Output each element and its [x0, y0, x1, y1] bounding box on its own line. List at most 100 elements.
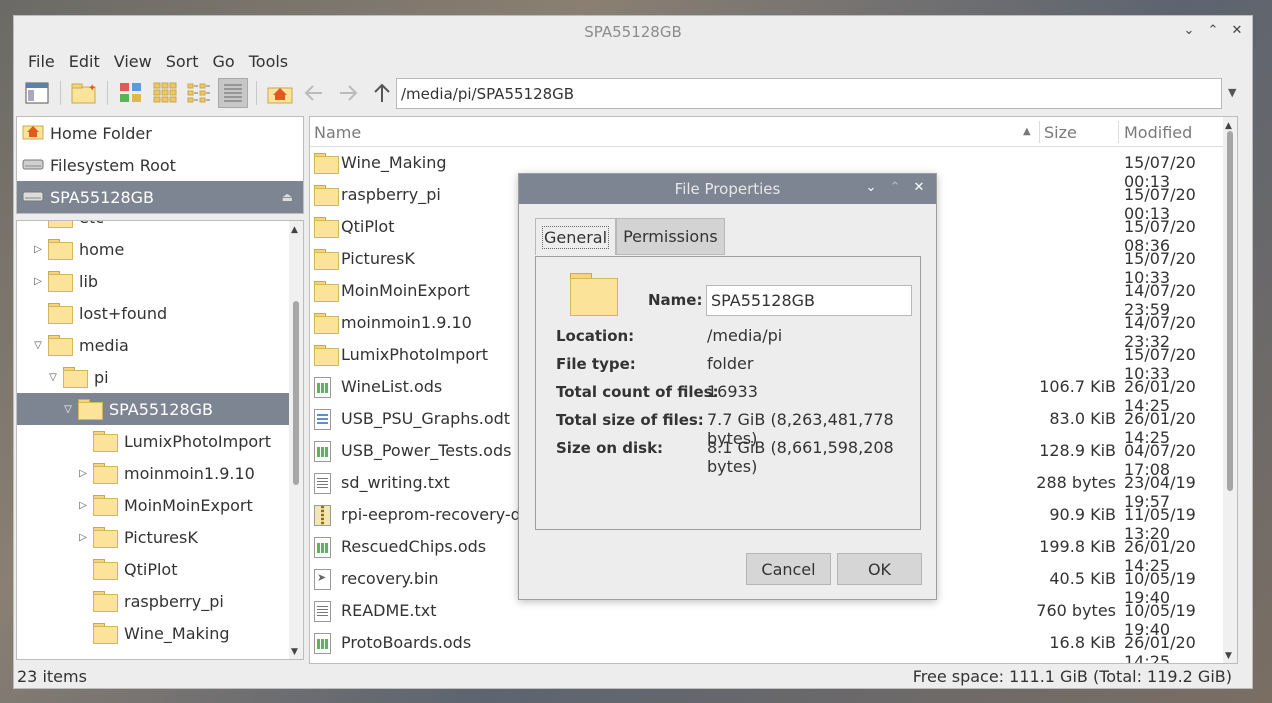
- file-properties-dialog: File Properties ⌄ ⌃ ✕ General Permission…: [518, 173, 937, 600]
- menu-go[interactable]: Go: [206, 52, 242, 71]
- thumbnail-view-icon[interactable]: [116, 78, 146, 108]
- tree-item[interactable]: LumixPhotoImport: [17, 425, 289, 457]
- tab-general[interactable]: General: [535, 218, 617, 255]
- eject-icon[interactable]: ⏏: [282, 190, 293, 204]
- file-row[interactable]: ProtoBoards.ods 16.8 KiB 26/01/20 14:25: [310, 627, 1224, 663]
- column-header: Name ▲ Size Modified: [310, 117, 1237, 147]
- tree-item[interactable]: ▷ PicturesK: [17, 521, 289, 553]
- dialog-maximize-icon[interactable]: ⌃: [888, 180, 902, 195]
- dialog-close-icon[interactable]: ✕: [912, 180, 926, 195]
- compact-view-icon[interactable]: [184, 78, 214, 108]
- new-window-icon[interactable]: [22, 78, 52, 108]
- folder-icon: [48, 303, 73, 324]
- tree-item-label: MoinMoinExport: [124, 495, 253, 515]
- home-icon[interactable]: [265, 78, 295, 108]
- tree-item[interactable]: QtiPlot: [17, 553, 289, 585]
- tab-general-label: General: [542, 225, 610, 249]
- scroll-up-icon[interactable]: ▲: [291, 225, 298, 235]
- folder-icon[interactable]: [568, 273, 618, 316]
- tree-item[interactable]: Wine_Making: [17, 617, 289, 649]
- file-name: USB_PSU_Graphs.odt: [341, 409, 511, 428]
- place-label: Home Folder: [50, 123, 152, 143]
- tree-item[interactable]: ▽ media: [17, 329, 289, 361]
- expander-icon[interactable]: ▷: [77, 500, 89, 511]
- expander-icon[interactable]: ▷: [32, 276, 44, 287]
- folder-icon: [48, 335, 73, 356]
- txt-file-icon: [314, 601, 331, 622]
- expander-icon[interactable]: ▽: [62, 404, 74, 415]
- dialog-minimize-icon[interactable]: ⌄: [864, 180, 878, 195]
- tree-item[interactable]: raspberry_pi: [17, 585, 289, 617]
- tree-item[interactable]: ▷ moinmoin1.9.10: [17, 457, 289, 489]
- column-name[interactable]: Name: [314, 123, 361, 142]
- tree-scroll-thumb[interactable]: [293, 301, 299, 485]
- tree-scrollbar[interactable]: ▲ ▼: [289, 221, 303, 659]
- icon-view-icon[interactable]: [150, 78, 180, 108]
- place-item[interactable]: SPA55128GB ⏏: [17, 181, 303, 213]
- tree-item-label: etc: [79, 221, 104, 227]
- file-size: 199.8 KiB: [1039, 537, 1116, 556]
- up-arrow-icon[interactable]: [367, 78, 397, 108]
- folder-icon: [78, 399, 103, 420]
- close-icon[interactable]: ✕: [1230, 22, 1244, 40]
- expander-icon[interactable]: ▷: [77, 468, 89, 479]
- path-input[interactable]: /media/pi/SPA55128GB: [396, 78, 1222, 109]
- expander-icon[interactable]: ▽: [47, 372, 59, 383]
- disk-size-value: 8.1 GiB (8,661,598,208 bytes): [707, 438, 894, 476]
- menu-view[interactable]: View: [107, 52, 159, 71]
- drive-icon: [22, 186, 44, 208]
- place-item[interactable]: Home Folder: [17, 117, 303, 149]
- location-value: /media/pi: [707, 326, 783, 345]
- menu-sort[interactable]: Sort: [159, 52, 206, 71]
- scroll-down-icon[interactable]: ▼: [291, 647, 298, 657]
- column-size[interactable]: Size: [1044, 123, 1077, 142]
- place-item[interactable]: Filesystem Root: [17, 149, 303, 181]
- expander-icon[interactable]: ▷: [32, 244, 44, 255]
- file-name: MoinMoinExport: [341, 281, 470, 300]
- tree-item[interactable]: ▽ pi: [17, 361, 289, 393]
- menu-edit[interactable]: Edit: [62, 52, 107, 71]
- expander-icon[interactable]: ▽: [32, 340, 44, 351]
- file-scroll-down-icon[interactable]: ▼: [1225, 651, 1232, 661]
- menu-tools[interactable]: Tools: [242, 52, 295, 71]
- file-name: ProtoBoards.ods: [341, 633, 472, 652]
- menu-file[interactable]: File: [21, 52, 62, 71]
- maximize-icon[interactable]: ⌃: [1206, 22, 1220, 40]
- tree-item[interactable]: ▷ lib: [17, 265, 289, 297]
- toolbar: ✦ /media/pi/SPA55128GB ▼: [14, 74, 1252, 112]
- new-folder-icon[interactable]: ✦: [69, 78, 99, 108]
- tree-item[interactable]: ▷ MoinMoinExport: [17, 489, 289, 521]
- free-space: Free space: 111.1 GiB (Total: 119.2 GiB): [912, 666, 1232, 686]
- title-bar: SPA55128GB ⌄ ⌃ ✕: [14, 16, 1252, 48]
- folder-icon: [93, 463, 118, 484]
- location-label: Location:: [556, 327, 635, 345]
- back-arrow-icon[interactable]: [299, 78, 329, 108]
- txt-file-icon: [314, 473, 331, 494]
- column-modified[interactable]: Modified: [1124, 123, 1192, 142]
- path-dropdown-icon[interactable]: ▼: [1228, 86, 1236, 99]
- tree-item[interactable]: ▽ SPA55128GB: [17, 393, 289, 425]
- tree-item-label: pi: [94, 367, 109, 387]
- name-field[interactable]: SPA55128GB: [706, 285, 912, 316]
- tree-item[interactable]: ▷ home: [17, 233, 289, 265]
- path-text: /media/pi/SPA55128GB: [401, 84, 575, 103]
- list-view-icon[interactable]: [218, 78, 248, 108]
- dialog-tabs: General Permissions: [535, 218, 725, 255]
- file-scroll-up-icon[interactable]: ▲: [1225, 121, 1232, 131]
- tab-permissions-label: Permissions: [623, 227, 718, 246]
- cancel-button[interactable]: Cancel: [746, 553, 831, 585]
- tree-item-label: SPA55128GB: [109, 399, 213, 419]
- file-name: QtiPlot: [341, 217, 395, 236]
- expander-icon[interactable]: ▷: [77, 532, 89, 543]
- file-scrollbar[interactable]: ▲ ▼: [1223, 117, 1237, 663]
- item-count: 23 items: [17, 666, 87, 686]
- folder-icon: [93, 623, 118, 644]
- directory-tree: ▲ ▼ etc ▷ home ▷ lib lost+found ▽ media ▽ pi ▽ SPA5…: [16, 220, 304, 660]
- forward-arrow-icon[interactable]: [333, 78, 363, 108]
- minimize-icon[interactable]: ⌄: [1182, 22, 1196, 40]
- tab-permissions[interactable]: Permissions: [616, 218, 725, 255]
- file-scroll-thumb[interactable]: [1227, 131, 1233, 491]
- tree-item[interactable]: etc: [17, 221, 289, 233]
- ok-button[interactable]: OK: [837, 553, 922, 585]
- tree-item[interactable]: lost+found: [17, 297, 289, 329]
